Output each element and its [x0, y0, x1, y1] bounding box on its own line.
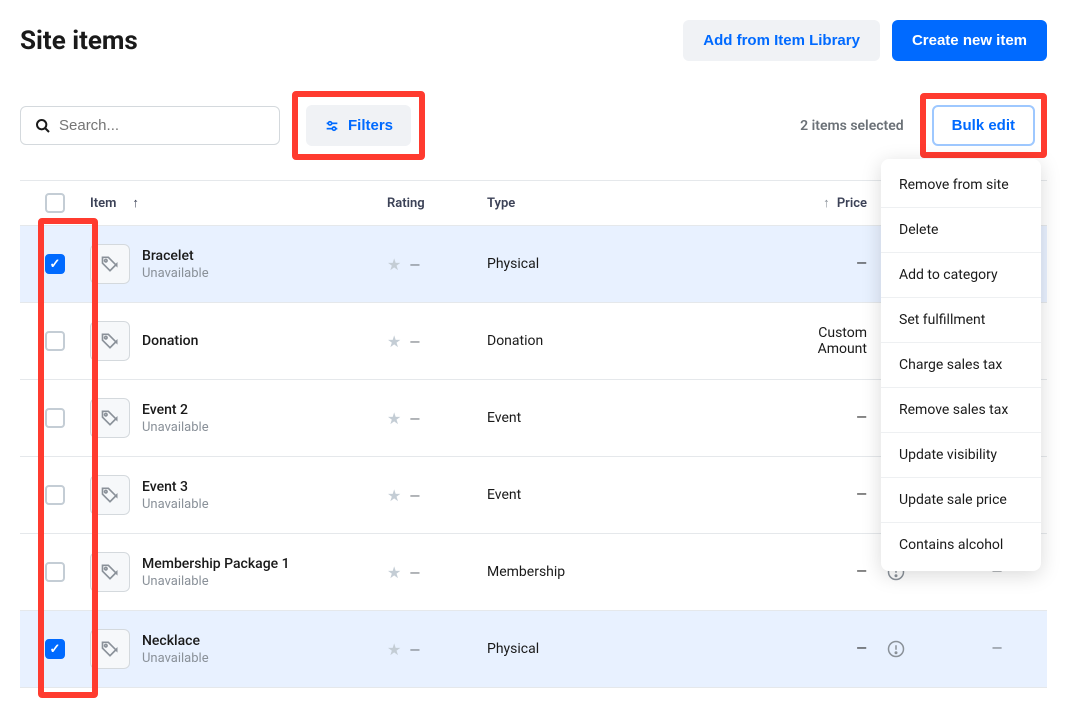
bulk-menu-item[interactable]: Update visibility — [881, 433, 1041, 478]
create-new-item-button[interactable]: Create new item — [892, 20, 1047, 61]
search-input[interactable] — [59, 117, 265, 134]
item-status: Unavailable — [142, 651, 209, 666]
tag-icon — [90, 552, 130, 592]
filters-highlight: Filters — [292, 91, 425, 160]
rating-cell: ★— — [387, 255, 487, 274]
bulk-menu-item[interactable]: Charge sales tax — [881, 343, 1041, 388]
rating-cell: ★— — [387, 486, 487, 505]
rating-cell: ★— — [387, 332, 487, 351]
row-checkbox[interactable] — [45, 562, 65, 582]
tag-icon — [90, 475, 130, 515]
bulk-menu-item[interactable]: Set fulfillment — [881, 298, 1041, 343]
row-checkbox[interactable] — [45, 408, 65, 428]
bulk-menu-item[interactable]: Remove sales tax — [881, 388, 1041, 433]
price-cell: — — [767, 410, 887, 426]
type-cell: Donation — [487, 333, 767, 349]
price-cell: — — [767, 564, 887, 580]
price-cell: — — [767, 487, 887, 503]
item-status: Unavailable — [142, 497, 209, 512]
type-cell: Event — [487, 410, 767, 426]
bulk-menu-item[interactable]: Add to category — [881, 253, 1041, 298]
star-icon: ★ — [387, 640, 401, 659]
header-price[interactable]: ↑ Price — [767, 195, 887, 211]
item-name: Bracelet — [142, 248, 209, 264]
search-box[interactable] — [20, 106, 280, 145]
item-status: Unavailable — [142, 574, 290, 589]
filters-button[interactable]: Filters — [306, 105, 411, 146]
header-item[interactable]: Item ↑ — [90, 195, 387, 211]
item-name: Membership Package 1 — [142, 556, 290, 572]
item-meta: Membership Package 1 Unavailable — [142, 556, 290, 589]
item-meta: Bracelet Unavailable — [142, 248, 209, 281]
sort-asc-icon: ↑ — [132, 195, 139, 211]
bulk-edit-button[interactable]: Bulk edit — [932, 105, 1035, 146]
bulk-menu-item[interactable]: Update sale price — [881, 478, 1041, 523]
header-checkbox-cell — [20, 193, 90, 213]
price-cell: — — [767, 641, 887, 657]
item-status: Unavailable — [142, 266, 209, 281]
bulk-menu-item[interactable]: Contains alcohol — [881, 523, 1041, 567]
row-checkbox[interactable] — [45, 254, 65, 274]
type-cell: Membership — [487, 564, 767, 580]
row-checkbox[interactable] — [45, 639, 65, 659]
sliders-icon — [324, 118, 340, 134]
item-meta: Necklace Unavailable — [142, 633, 209, 666]
type-cell: Physical — [487, 641, 767, 657]
row-checkbox[interactable] — [45, 485, 65, 505]
star-icon: ★ — [387, 486, 401, 505]
item-name: Donation — [142, 333, 198, 349]
star-icon: ★ — [387, 255, 401, 274]
item-name: Necklace — [142, 633, 209, 649]
bulk-menu-item[interactable]: Delete — [881, 208, 1041, 253]
selected-count: 2 items selected — [800, 118, 904, 134]
alert-icon — [887, 640, 947, 658]
bulk-highlight: Bulk edit Remove from siteDeleteAdd to c… — [920, 93, 1047, 158]
price-cell: — — [767, 256, 887, 272]
rating-cell: ★— — [387, 409, 487, 428]
status-cell — [887, 640, 947, 658]
select-all-checkbox[interactable] — [45, 193, 65, 213]
toolbar: Filters 2 items selected Bulk edit Remov… — [20, 91, 1047, 160]
item-meta: Event 3 Unavailable — [142, 479, 209, 512]
star-icon: ★ — [387, 409, 401, 428]
table-row[interactable]: NecklaceUnavailable★—Physical—— — [20, 611, 1047, 688]
item-name: Event 2 — [142, 402, 209, 418]
bulk-dropdown: Remove from siteDeleteAdd to categorySet… — [881, 159, 1041, 571]
star-icon: ★ — [387, 332, 401, 351]
header-actions: Add from Item Library Create new item — [683, 20, 1047, 61]
sort-icon: ↑ — [823, 196, 830, 211]
tag-icon — [90, 629, 130, 669]
bulk-menu-item[interactable]: Remove from site — [881, 163, 1041, 208]
rating-cell: ★— — [387, 640, 487, 659]
page-header: Site items Add from Item Library Create … — [20, 20, 1047, 61]
type-cell: Physical — [487, 256, 767, 272]
type-cell: Event — [487, 487, 767, 503]
tag-icon — [90, 321, 130, 361]
item-meta: Donation — [142, 333, 198, 349]
search-icon — [35, 118, 51, 134]
add-from-library-button[interactable]: Add from Item Library — [683, 20, 880, 61]
row-checkbox[interactable] — [45, 331, 65, 351]
actions-cell: — — [947, 641, 1047, 657]
item-meta: Event 2 Unavailable — [142, 402, 209, 435]
tag-icon — [90, 398, 130, 438]
tag-icon — [90, 244, 130, 284]
page-title: Site items — [20, 26, 138, 56]
item-status: Unavailable — [142, 420, 209, 435]
header-rating[interactable]: Rating — [387, 196, 487, 211]
star-icon: ★ — [387, 563, 401, 582]
header-type[interactable]: Type — [487, 196, 767, 211]
rating-cell: ★— — [387, 563, 487, 582]
price-cell: Custom Amount — [767, 325, 887, 357]
filters-label: Filters — [348, 117, 393, 134]
item-name: Event 3 — [142, 479, 209, 495]
